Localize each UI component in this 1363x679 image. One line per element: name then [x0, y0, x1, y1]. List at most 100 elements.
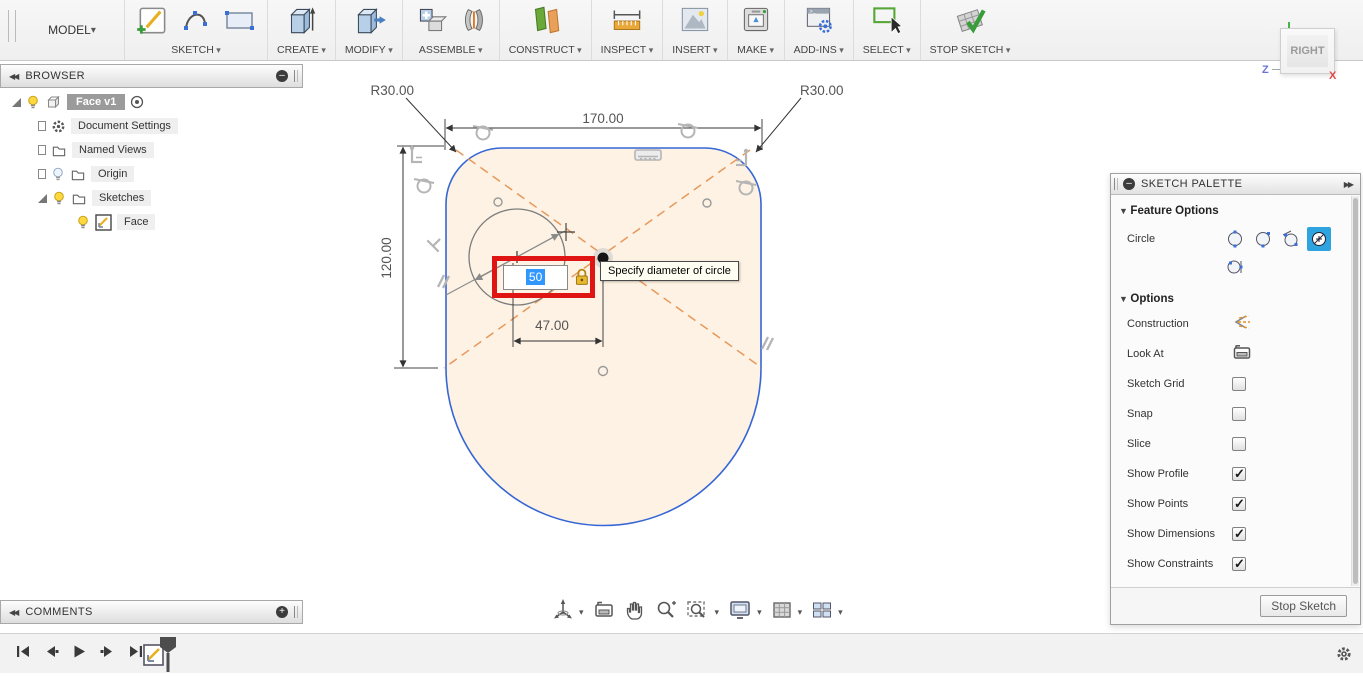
three-point-circle-icon[interactable] — [1279, 227, 1303, 251]
group-sketch-label[interactable]: SKETCH — [171, 43, 221, 59]
bulb-on-icon[interactable] — [52, 191, 66, 205]
dim-height-label[interactable]: 120.00 — [379, 237, 394, 278]
look-at-icon[interactable] — [593, 600, 615, 625]
joint-icon[interactable] — [456, 1, 490, 44]
add-comment-icon[interactable]: + — [276, 606, 288, 618]
toolbar-grip[interactable] — [8, 10, 16, 42]
activate-radio-icon[interactable] — [130, 95, 144, 109]
viewcube-face-label[interactable]: RIGHT — [1290, 45, 1324, 57]
expand-icon[interactable] — [38, 145, 46, 155]
orbit-dropdown-caret[interactable]: ▾ — [579, 607, 584, 618]
tree-row-named-views[interactable]: Named Views — [0, 138, 303, 162]
sketch-grid-checkbox[interactable] — [1232, 377, 1246, 391]
rectangle-icon[interactable] — [220, 2, 258, 43]
tree-item-label[interactable]: Sketches — [92, 190, 152, 206]
go-to-start-icon[interactable] — [16, 644, 31, 664]
feature-options-section-header[interactable]: Feature Options — [1111, 205, 1360, 217]
palette-scrollbar[interactable] — [1351, 196, 1359, 586]
display-dropdown-caret[interactable]: ▾ — [757, 607, 762, 618]
group-stop-sketch-label[interactable]: STOP SKETCH — [930, 43, 1011, 59]
play-icon[interactable] — [72, 644, 87, 664]
dim-offset-label[interactable]: 47.00 — [535, 318, 569, 333]
create-sketch-icon[interactable] — [134, 1, 172, 44]
show-points-checkbox[interactable] — [1232, 496, 1246, 512]
go-to-end-icon[interactable] — [128, 644, 143, 664]
viewports-icon[interactable] — [811, 599, 833, 626]
group-inspect-label[interactable]: INSPECT — [601, 43, 654, 59]
expand-icon[interactable] — [12, 97, 21, 107]
step-forward-icon[interactable] — [100, 644, 115, 664]
lock-icon[interactable] — [574, 267, 590, 287]
group-create-label[interactable]: CREATE — [277, 43, 326, 59]
measure-icon[interactable] — [607, 1, 647, 44]
show-constraints-checkbox[interactable] — [1232, 556, 1246, 572]
new-component-icon[interactable] — [412, 1, 450, 44]
expand-icon[interactable] — [38, 169, 46, 179]
expand-icon[interactable] — [38, 193, 47, 203]
gear-icon[interactable] — [1335, 645, 1353, 668]
dim-radius-right-label[interactable]: R30.00 — [800, 83, 844, 98]
tree-row-document-settings[interactable]: Document Settings — [0, 114, 303, 138]
construction-plane-icon[interactable] — [526, 1, 564, 44]
tree-item-label[interactable]: Origin — [91, 166, 135, 182]
show-dimensions-checkbox[interactable] — [1232, 526, 1246, 542]
3d-print-icon[interactable] — [737, 1, 775, 44]
bulb-on-icon[interactable] — [26, 95, 40, 109]
pan-icon[interactable] — [624, 599, 646, 626]
grid-settings-icon[interactable] — [771, 599, 793, 626]
press-pull-icon[interactable] — [350, 1, 388, 44]
insert-image-icon[interactable] — [676, 1, 714, 44]
extrude-icon[interactable] — [282, 1, 320, 44]
group-insert-label[interactable]: INSERT — [672, 43, 717, 59]
zoom-icon[interactable] — [655, 599, 677, 626]
sketch-point[interactable] — [702, 198, 712, 208]
comments-resize-grip[interactable] — [294, 606, 298, 618]
center-diameter-circle-icon[interactable] — [1223, 227, 1247, 251]
window-select-icon[interactable] — [868, 1, 906, 44]
browser-resize-grip[interactable] — [294, 70, 298, 82]
tree-row-face-sketch[interactable]: Face — [0, 210, 303, 234]
snap-checkbox[interactable] — [1232, 407, 1246, 421]
tree-row-origin[interactable]: Origin — [0, 162, 303, 186]
options-section-header[interactable]: Options — [1111, 293, 1360, 305]
bulb-off-icon[interactable] — [51, 167, 65, 181]
two-point-circle-icon[interactable] — [1251, 227, 1275, 251]
collapse-comments-icon[interactable]: ◀◀ — [9, 608, 19, 617]
group-select-label[interactable]: SELECT — [863, 43, 911, 59]
group-addins-label[interactable]: ADD-INS — [794, 43, 844, 59]
palette-minimize-icon[interactable]: – — [1123, 178, 1135, 190]
dim-width-label[interactable]: 170.00 — [582, 111, 623, 126]
sketch-point[interactable] — [493, 197, 503, 207]
viewcube[interactable]: RIGHT — [1280, 28, 1335, 74]
two-tangent-circle-icon-selected[interactable] — [1307, 227, 1331, 251]
sketch-point[interactable] — [597, 365, 609, 377]
tree-item-label[interactable]: Named Views — [72, 142, 154, 158]
spline-icon[interactable] — [178, 2, 214, 43]
dim-radius-left-label[interactable]: R30.00 — [370, 83, 414, 98]
display-settings-icon[interactable] — [728, 599, 752, 626]
root-component-label[interactable]: Face v1 — [67, 94, 126, 110]
step-back-icon[interactable] — [44, 644, 59, 664]
group-assemble-label[interactable]: ASSEMBLE — [419, 43, 483, 59]
group-construct-label[interactable]: CONSTRUCT — [509, 43, 582, 59]
group-make-label[interactable]: MAKE — [737, 43, 774, 59]
tree-item-label[interactable]: Document Settings — [71, 118, 178, 134]
grid-dropdown-caret[interactable]: ▾ — [798, 607, 803, 618]
viewports-dropdown-caret[interactable]: ▾ — [838, 607, 843, 618]
stop-sketch-icon[interactable] — [950, 1, 990, 44]
tree-row-sketches[interactable]: Sketches — [0, 186, 303, 210]
orbit-icon[interactable] — [552, 598, 574, 627]
diameter-input-value[interactable]: 50 — [525, 269, 546, 285]
three-tangent-circle-icon[interactable] — [1223, 255, 1247, 279]
workspace-dropdown[interactable]: MODEL — [20, 0, 124, 60]
browser-minimize-icon[interactable]: – — [276, 70, 288, 82]
diameter-input[interactable]: 50 — [503, 264, 569, 290]
construction-toggle-icon[interactable] — [1232, 313, 1252, 336]
fit-icon[interactable] — [686, 599, 710, 626]
bulb-on-icon[interactable] — [76, 215, 90, 229]
stop-sketch-button[interactable]: Stop Sketch — [1260, 595, 1347, 617]
expand-icon[interactable] — [38, 121, 46, 131]
collapse-browser-icon[interactable]: ◀◀ — [9, 72, 19, 81]
look-at-icon[interactable] — [1232, 343, 1252, 366]
show-profile-checkbox[interactable] — [1232, 466, 1246, 482]
